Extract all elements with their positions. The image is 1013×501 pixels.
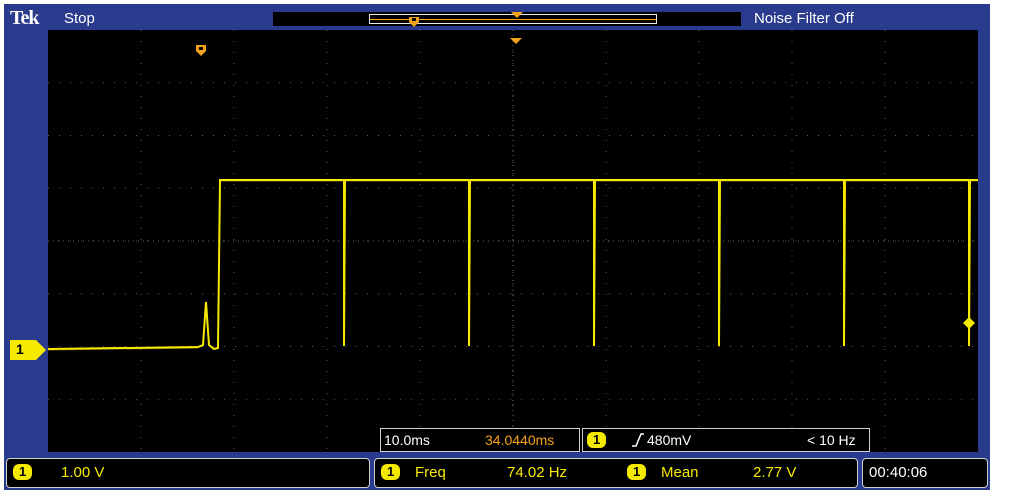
noise-filter-status: Noise Filter Off [754,10,854,27]
timebase-scale: 10.0ms [384,432,430,448]
scope-frame: Tek Stop Noise Filter Off 10.0ms 34.0440… [4,4,990,490]
trigger-level: 480mV [647,432,692,448]
meas2-channel-badge: 1 [627,464,647,480]
measurement-panel[interactable]: 1 Freq 74.02 Hz 1 Mean 2.77 V [374,458,858,488]
trigger-frequency: < 10 Hz [807,432,856,448]
meas2-value: 2.77 V [753,464,797,481]
clock-panel: 00:40:06 [862,458,988,488]
bottom-status-bar: 1 1.00 V 1 Freq 74.02 Hz 1 Mean 2.77 V 0… [4,456,990,490]
meas2-name: Mean [661,464,699,481]
trigger-readout[interactable]: 1 480mV < 10 Hz [582,428,870,452]
clock-time: 00:40:06 [869,464,928,481]
run-state: Stop [64,10,95,27]
trigger-channel-badge: 1 [587,432,607,448]
record-view-bar [273,12,741,27]
waveform-graticule [48,30,978,452]
meas1-value: 74.02 Hz [507,464,568,481]
meas1-name: Freq [415,464,446,481]
channel-badge: 1 [13,464,33,480]
center-marker-icon [511,12,523,18]
rising-edge-icon [632,433,644,447]
waveform-display[interactable]: 10.0ms 34.0440ms 1 480mV < 10 Hz [48,30,978,452]
timebase-readout[interactable]: 10.0ms 34.0440ms [380,428,580,452]
top-status-bar: Tek Stop Noise Filter Off [4,4,990,30]
trigger-position-icon [409,17,419,27]
brand-logo: Tek [10,7,39,29]
center-marker-icon [510,38,522,44]
horizontal-position: 34.0440ms [485,432,555,448]
channel-1-marker[interactable]: 1 [10,340,48,360]
meas1-channel-badge: 1 [381,464,401,480]
trigger-level-icon [963,317,975,329]
trigger-position-icon [196,45,206,56]
volts-per-div: 1.00 V [61,464,105,481]
channel-1-scale-panel[interactable]: 1 1.00 V [6,458,370,488]
